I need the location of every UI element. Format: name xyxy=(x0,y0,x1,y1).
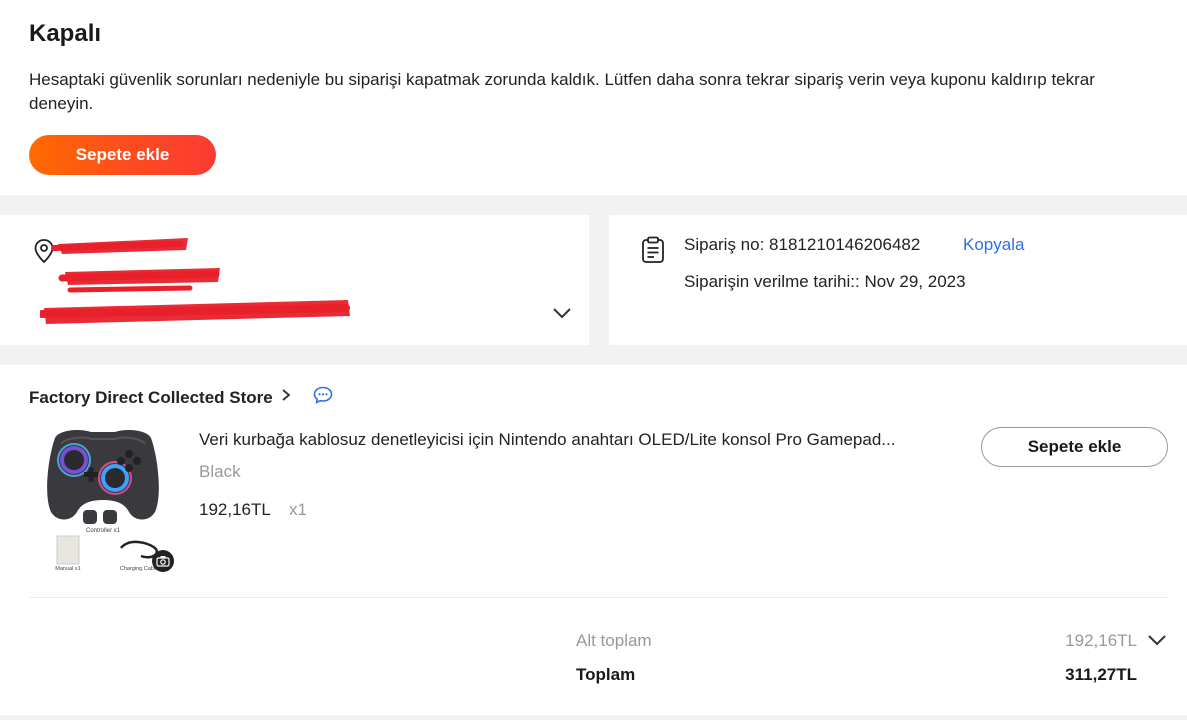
total-value: 311,27TL xyxy=(1065,665,1137,684)
subtotal-label: Alt toplam xyxy=(576,631,652,650)
copy-order-number-link[interactable]: Kopyala xyxy=(963,235,1024,255)
order-status-message: Hesaptaki güvenlik sorunları nedeniyle b… xyxy=(29,70,1095,113)
redacted-address xyxy=(38,230,360,335)
product-quantity: x1 xyxy=(289,500,307,519)
chat-bubble-icon[interactable] xyxy=(313,386,333,409)
product-image[interactable]: Controller x1 Manual x1 Charging Cable xyxy=(29,424,177,574)
chevron-down-icon[interactable] xyxy=(1147,633,1167,652)
clipboard-icon xyxy=(641,236,665,269)
subtotal-value: 192,16TL xyxy=(1065,631,1137,650)
total-label: Toplam xyxy=(576,665,636,684)
product-price: 192,16TL xyxy=(199,500,271,519)
add-to-cart-item-button[interactable]: Sepete ekle xyxy=(981,427,1168,467)
camera-icon[interactable] xyxy=(152,550,174,572)
divider xyxy=(29,597,1169,598)
caption-controller: Controller x1 xyxy=(86,528,121,534)
product-variant: Black xyxy=(199,462,241,481)
product-title[interactable]: Veri kurbağa kablosuz denetleyicisi için… xyxy=(199,430,949,450)
order-status-title: Kapalı xyxy=(29,20,102,47)
store-name[interactable]: Factory Direct Collected Store xyxy=(29,388,273,408)
order-date: Siparişin verilme tarihi:: Nov 29, 2023 xyxy=(684,272,966,291)
caption-cable: Charging Cable xyxy=(120,566,158,572)
chevron-right-icon[interactable] xyxy=(281,388,291,407)
order-number: Sipariş no: 8181210146206482 xyxy=(684,235,921,254)
caption-manual: Manual x1 xyxy=(55,566,80,572)
order-items-card xyxy=(0,365,1187,715)
chevron-down-icon[interactable] xyxy=(552,306,572,325)
add-to-cart-primary-button[interactable]: Sepete ekle xyxy=(29,135,216,175)
store-header[interactable]: Factory Direct Collected Store xyxy=(29,386,333,409)
